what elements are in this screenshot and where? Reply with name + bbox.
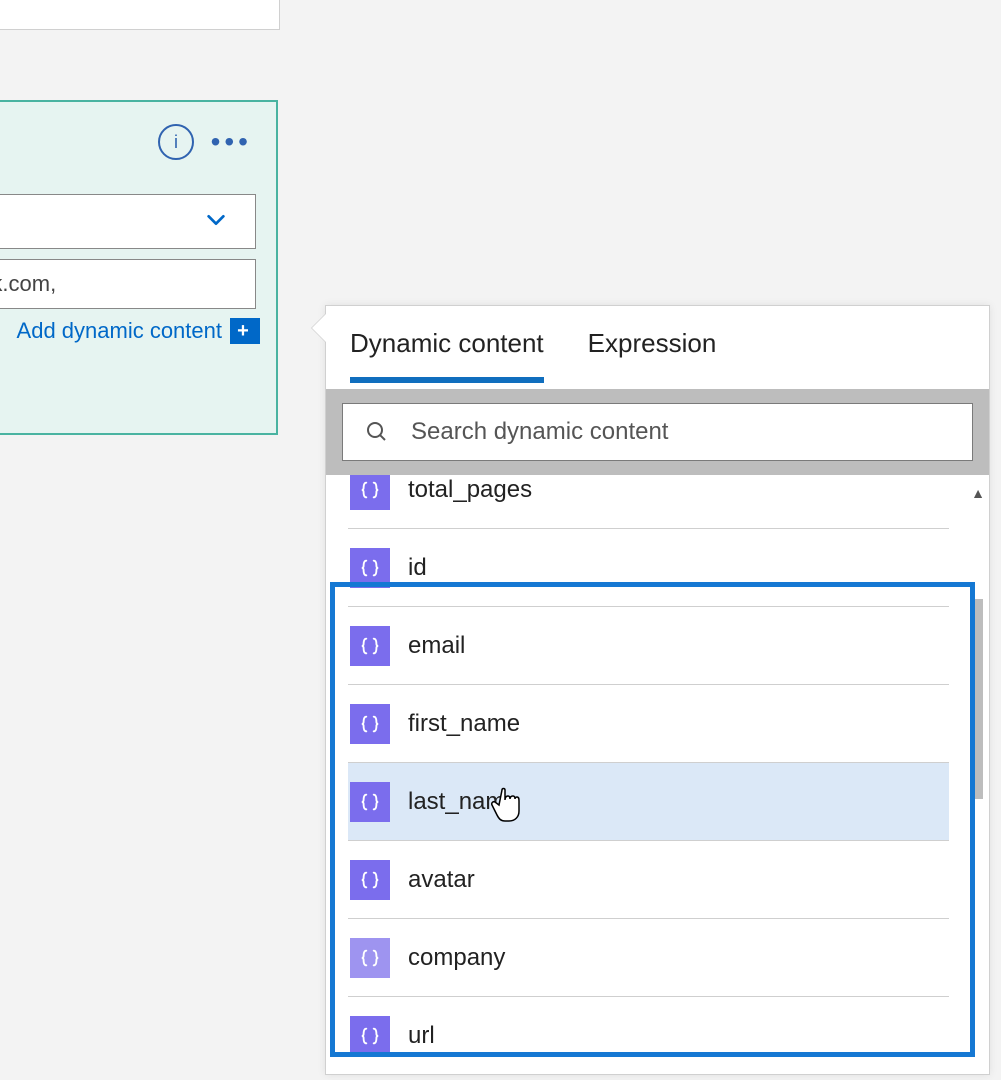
dynamic-item-icon bbox=[350, 782, 390, 822]
tab-expression[interactable]: Expression bbox=[588, 328, 717, 383]
action-card-header: i ••• bbox=[0, 102, 276, 182]
message-input[interactable]: , see https://api.slack.com, bbox=[0, 259, 256, 309]
flyout-scroll-area: total_pagesid email first_name last_nameava… bbox=[326, 475, 989, 1065]
partial-card-top bbox=[0, 0, 280, 30]
add-dynamic-content-label: Add dynamic content bbox=[17, 318, 222, 344]
dynamic-item-url[interactable]: url bbox=[348, 997, 949, 1065]
dynamic-item-icon bbox=[350, 938, 390, 978]
dynamic-item-id[interactable]: id bbox=[348, 529, 949, 607]
dynamic-item-label: avatar bbox=[408, 866, 475, 894]
search-input[interactable]: Search dynamic content bbox=[342, 403, 973, 461]
add-dynamic-content-link[interactable]: Add dynamic content + bbox=[17, 318, 256, 344]
scroll-up-icon[interactable]: ▲ bbox=[971, 487, 985, 499]
dynamic-item-icon bbox=[350, 548, 390, 588]
dynamic-content-list: total_pagesid email first_name last_nameava… bbox=[348, 475, 949, 1065]
scroll-thumb[interactable] bbox=[973, 599, 983, 799]
dynamic-item-total_pages[interactable]: total_pages bbox=[348, 475, 949, 529]
dynamic-item-icon bbox=[350, 860, 390, 900]
plus-icon: + bbox=[230, 318, 256, 344]
dynamic-item-icon bbox=[350, 626, 390, 666]
dynamic-item-label: total_pages bbox=[408, 476, 532, 504]
dynamic-item-email[interactable]: email bbox=[348, 607, 949, 685]
info-icon[interactable]: i bbox=[158, 124, 194, 160]
dynamic-item-label: last_name bbox=[408, 788, 519, 816]
chevron-down-icon bbox=[205, 209, 227, 231]
dynamic-item-label: url bbox=[408, 1022, 435, 1050]
search-bar-container: Search dynamic content bbox=[326, 389, 989, 475]
scrollbar[interactable]: ▲ bbox=[973, 487, 985, 1047]
message-input-value: , see https://api.slack.com, bbox=[0, 271, 56, 296]
search-placeholder: Search dynamic content bbox=[411, 418, 668, 446]
dynamic-item-avatar[interactable]: avatar bbox=[348, 841, 949, 919]
dynamic-item-label: company bbox=[408, 944, 505, 972]
flyout-caret-icon bbox=[312, 314, 326, 342]
dynamic-item-company[interactable]: company bbox=[348, 919, 949, 997]
dynamic-item-last_name[interactable]: last_name bbox=[348, 763, 949, 841]
dynamic-item-label: id bbox=[408, 554, 427, 582]
dynamic-content-flyout: Dynamic content Expression Search dynami… bbox=[325, 305, 990, 1075]
flyout-tabs: Dynamic content Expression bbox=[326, 306, 989, 383]
dynamic-item-icon bbox=[350, 475, 390, 510]
dynamic-item-icon bbox=[350, 1016, 390, 1056]
more-icon[interactable]: ••• bbox=[211, 132, 252, 152]
action-card: i ••• , see https://api.slack.com, Add d… bbox=[0, 100, 278, 435]
tab-dynamic-content[interactable]: Dynamic content bbox=[350, 328, 544, 383]
dynamic-item-label: email bbox=[408, 632, 465, 660]
channel-dropdown[interactable] bbox=[0, 194, 256, 249]
search-icon bbox=[365, 420, 389, 444]
dynamic-item-first_name[interactable]: first_name bbox=[348, 685, 949, 763]
dynamic-item-label: first_name bbox=[408, 710, 520, 738]
dynamic-item-icon bbox=[350, 704, 390, 744]
